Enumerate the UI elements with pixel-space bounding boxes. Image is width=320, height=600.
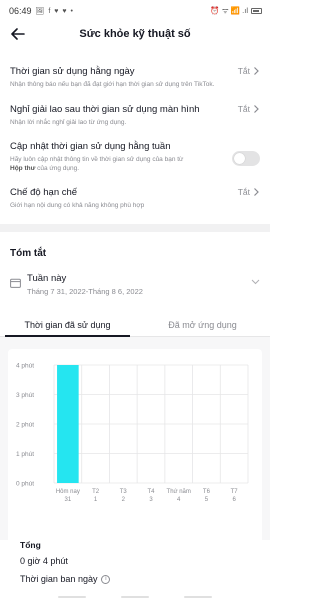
setting-title: Chế độ hạn chế [10, 187, 78, 198]
setting-screen-time-breaks[interactable]: Nghỉ giải lao sau thời gian sử dụng màn … [0, 104, 270, 127]
x-tick-label: T7 [231, 489, 239, 495]
page-header: Sức khỏe kỹ thuật số [0, 22, 270, 46]
status-time: 06:49 [9, 6, 32, 16]
tab-time-used[interactable]: Thời gian đã sử dụng [0, 315, 135, 337]
usage-tabs: Thời gian đã sử dụng Đã mở ứng dụng [0, 315, 270, 337]
setting-title: Thời gian sử dụng hằng ngày [10, 66, 135, 77]
status-left: 06:49 🖼 f ♥ ♥ • [9, 6, 74, 16]
x-tick-label: Thứ năm [167, 489, 191, 495]
nav-hint-center [120, 596, 149, 598]
setting-value: Tắt [238, 187, 260, 197]
x-tick-label: T4 [147, 489, 155, 495]
totals-section: Tổng 0 giờ 4 phút Thời gian ban ngày i [0, 540, 270, 584]
setting-daily-screen-time[interactable]: Thời gian sử dụng hằng ngày Nhận thông b… [0, 66, 270, 89]
daytime-label: Thời gian ban ngày [20, 574, 98, 584]
daytime-row[interactable]: Thời gian ban ngày i [20, 574, 250, 584]
chart-card: 4 phút 3 phút 2 phút 1 phút 0 phút Hôm nay 31 T… [8, 349, 262, 563]
back-button[interactable] [8, 25, 28, 43]
bar [57, 365, 79, 483]
total-label: Tổng [20, 540, 41, 550]
battery-icon [251, 8, 262, 14]
settings-list: Thời gian sử dụng hằng ngày Nhận thông b… [0, 66, 270, 210]
x-tick-sublabel: 3 [149, 497, 153, 503]
calendar-icon [10, 278, 21, 288]
setting-description: Nhận lời nhắc nghỉ giải lao từ ứng dụng. [10, 119, 127, 126]
tab-app-opens[interactable]: Đã mở ứng dụng [135, 315, 270, 336]
nav-hint-left [57, 596, 86, 598]
setting-description: Giới hạn nội dung có khả năng không phù … [10, 202, 145, 209]
page-title: Sức khỏe kỹ thuật số [79, 28, 191, 40]
week-text: Tuần này Tháng 7 31, 2022-Tháng 8 6, 202… [27, 273, 143, 297]
chevron-right-icon [254, 105, 259, 113]
setting-value: Tắt [238, 104, 260, 114]
status-right: ⏰ ᯤ 📶 .ıl [210, 6, 262, 16]
setting-description: Hãy luôn cập nhật thông tin về thời gian… [10, 155, 260, 173]
setting-description: Nhận thông báo nếu bạn đã đạt giới hạn t… [10, 81, 215, 88]
setting-title: Nghỉ giải lao sau thời gian sử dụng màn … [10, 104, 200, 115]
setting-value: Tắt [238, 66, 260, 76]
setting-description-text: Hãy luôn cập nhật thông tin về thời gian… [10, 156, 184, 163]
section-divider [0, 224, 270, 232]
y-tick-label: 1 phút [16, 451, 34, 458]
status-bar: 06:49 🖼 f ♥ ♥ • ⏰ ᯤ 📶 .ıl [0, 0, 270, 22]
x-tick-sublabel: 4 [177, 497, 181, 503]
x-tick-sublabel: 1 [94, 497, 98, 503]
x-tick-label: T6 [203, 489, 211, 495]
x-tick-sublabel: 31 [65, 497, 72, 503]
nav-hint-right [184, 596, 213, 598]
chart-area: 4 phút 3 phút 2 phút 1 phút 0 phút Hôm nay 31 T… [0, 337, 270, 563]
setting-weekly-updates: Cập nhật thời gian sử dụng hằng tuần Hãy… [0, 141, 270, 173]
week-selector[interactable]: Tuần này Tháng 7 31, 2022-Tháng 8 6, 202… [0, 273, 270, 301]
setting-title: Cập nhật thời gian sử dụng hằng tuần [10, 141, 171, 152]
usage-bar-chart: 4 phút3 phút2 phút1 phút0 phútHôm nay31T… [16, 363, 249, 503]
summary-section: Tóm tắt [0, 232, 270, 259]
x-tick-sublabel: 6 [232, 497, 236, 503]
chevron-right-icon [254, 67, 259, 75]
chevron-down-icon [251, 279, 260, 285]
system-icons: ⏰ ᯤ 📶 .ıl [210, 6, 248, 15]
week-label: Tuần này [27, 273, 67, 284]
y-tick-label: 0 phút [16, 481, 34, 488]
chevron-right-icon [254, 188, 259, 196]
system-nav-bar [0, 594, 270, 600]
arrow-left-icon [11, 28, 25, 40]
y-tick-label: 3 phút [16, 392, 34, 399]
info-icon[interactable]: i [101, 574, 111, 584]
notification-icons: 🖼 f ♥ ♥ • [35, 8, 74, 15]
week-range: Tháng 7 31, 2022-Tháng 8 6, 2022 [27, 287, 143, 296]
x-tick-label: T3 [120, 489, 128, 495]
x-tick-label: Hôm nay [56, 489, 80, 495]
setting-description-text-end: của ứng dụng. [35, 165, 80, 172]
total-value: 0 giờ 4 phút [20, 556, 68, 566]
summary-title: Tóm tắt [10, 248, 47, 259]
y-tick-label: 4 phút [16, 363, 34, 370]
x-tick-label: T2 [92, 489, 100, 495]
x-tick-sublabel: 5 [205, 497, 209, 503]
setting-value-text: Tắt [237, 187, 250, 197]
setting-restricted-mode[interactable]: Chế độ hạn chế Giới hạn nội dung có khả … [0, 187, 270, 210]
weekly-updates-toggle[interactable] [232, 151, 260, 166]
setting-value-text: Tắt [237, 104, 250, 114]
y-tick-label: 2 phút [16, 422, 34, 429]
inbox-link-text: Hộp thư [10, 165, 36, 172]
setting-value-text: Tắt [237, 66, 250, 76]
x-tick-sublabel: 2 [122, 497, 126, 503]
